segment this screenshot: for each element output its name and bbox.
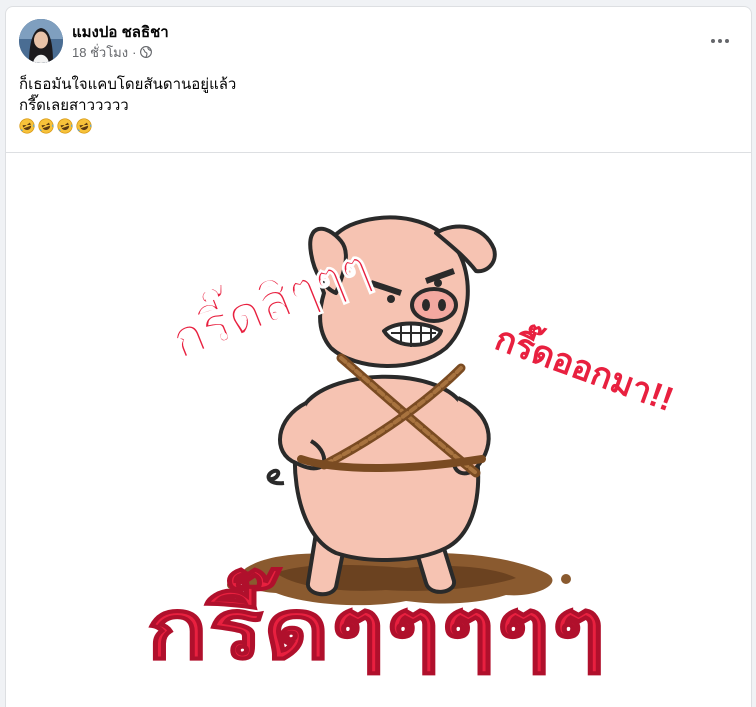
more-options-icon[interactable] bbox=[703, 29, 737, 53]
author-avatar[interactable] bbox=[19, 19, 63, 63]
author-name[interactable]: แมงปอ ชลธิชา bbox=[72, 20, 169, 44]
globe-icon[interactable] bbox=[140, 46, 153, 58]
emoji-row bbox=[19, 118, 719, 134]
rolling-laughing-emoji-icon bbox=[57, 118, 73, 134]
meta-separator: · bbox=[132, 44, 137, 60]
rolling-laughing-emoji-icon bbox=[38, 118, 54, 134]
post-card: แมงปอ ชลธิชา 18 ชั่วโมง · ก็เธอมันใจแคบโ… bbox=[5, 6, 752, 707]
rolling-laughing-emoji-icon bbox=[19, 118, 35, 134]
post-text-line-2: กรี๊ดเลยสาววววว bbox=[19, 97, 129, 114]
post-text-line-1: ก็เธอมันใจแคบโดยสันดานอยู่แล้ว bbox=[19, 76, 237, 93]
post-image[interactable]: กรี๊ดสิๆๆๆ กรี๊ดออกมา!! กรี๊ดๆๆๆๆๆ bbox=[6, 152, 751, 707]
caption-right: กรี๊ดออกมา!! bbox=[490, 313, 681, 419]
rolling-laughing-emoji-icon bbox=[76, 118, 92, 134]
caption-bottom: กรี๊ดๆๆๆๆๆ bbox=[146, 567, 606, 676]
post-timestamp[interactable]: 18 ชั่วโมง bbox=[72, 42, 128, 63]
post-meta: 18 ชั่วโมง · bbox=[72, 42, 153, 63]
post-text: ก็เธอมันใจแคบโดยสันดานอยู่แล้ว กรี๊ดเลยส… bbox=[19, 74, 719, 134]
